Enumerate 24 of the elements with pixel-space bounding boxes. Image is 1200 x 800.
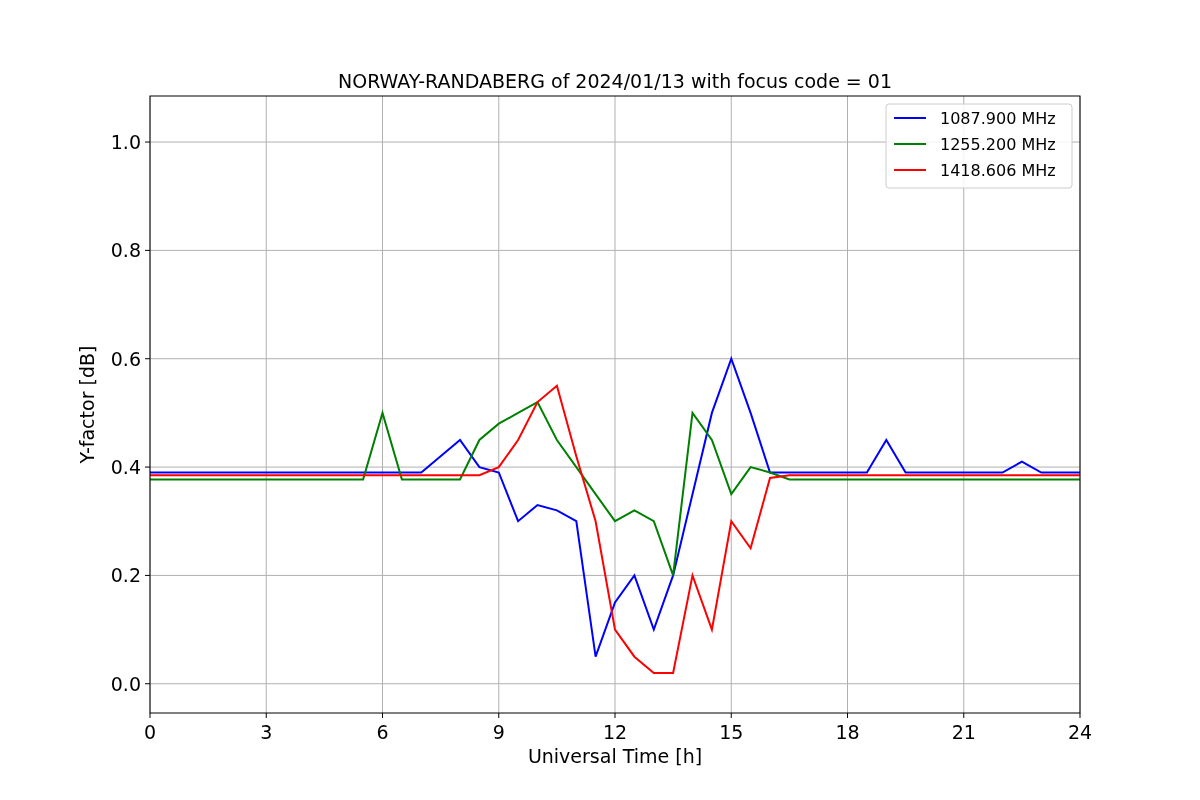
x-tick-label: 21 (951, 721, 976, 743)
legend-line (893, 169, 927, 171)
x-tick-label: 12 (602, 721, 628, 743)
legend-label: 1087.900 MHz (940, 109, 1056, 128)
x-tick-label: 9 (492, 721, 505, 743)
legend-label: 1418.606 MHz (940, 161, 1056, 180)
x-tick-label: 18 (835, 721, 860, 743)
chart-title: NORWAY-RANDABERG of 2024/01/13 with focus code = 01 (338, 70, 892, 92)
x-tick-label: 0 (143, 721, 157, 743)
y-tick-label: 0.8 (110, 239, 141, 262)
y-tick-label: 0.0 (110, 672, 141, 695)
y-tick-label: 1.0 (110, 131, 141, 154)
x-tick-label: 24 (1067, 721, 1093, 743)
legend-line (893, 117, 927, 119)
x-axis-label: Universal Time [h] (527, 745, 703, 767)
y-tick-label: 0.2 (110, 564, 141, 587)
y-tick-label: 0.6 (110, 347, 141, 370)
legend-label: 1255.200 MHz (940, 135, 1056, 154)
y-axis-label: Y-factor [dB] (76, 345, 98, 464)
y-tick-label: 0.4 (110, 456, 141, 479)
x-tick-label: 6 (376, 721, 389, 743)
legend-line (893, 143, 927, 145)
x-tick-label: 15 (719, 721, 744, 743)
x-tick-label: 3 (260, 721, 273, 743)
